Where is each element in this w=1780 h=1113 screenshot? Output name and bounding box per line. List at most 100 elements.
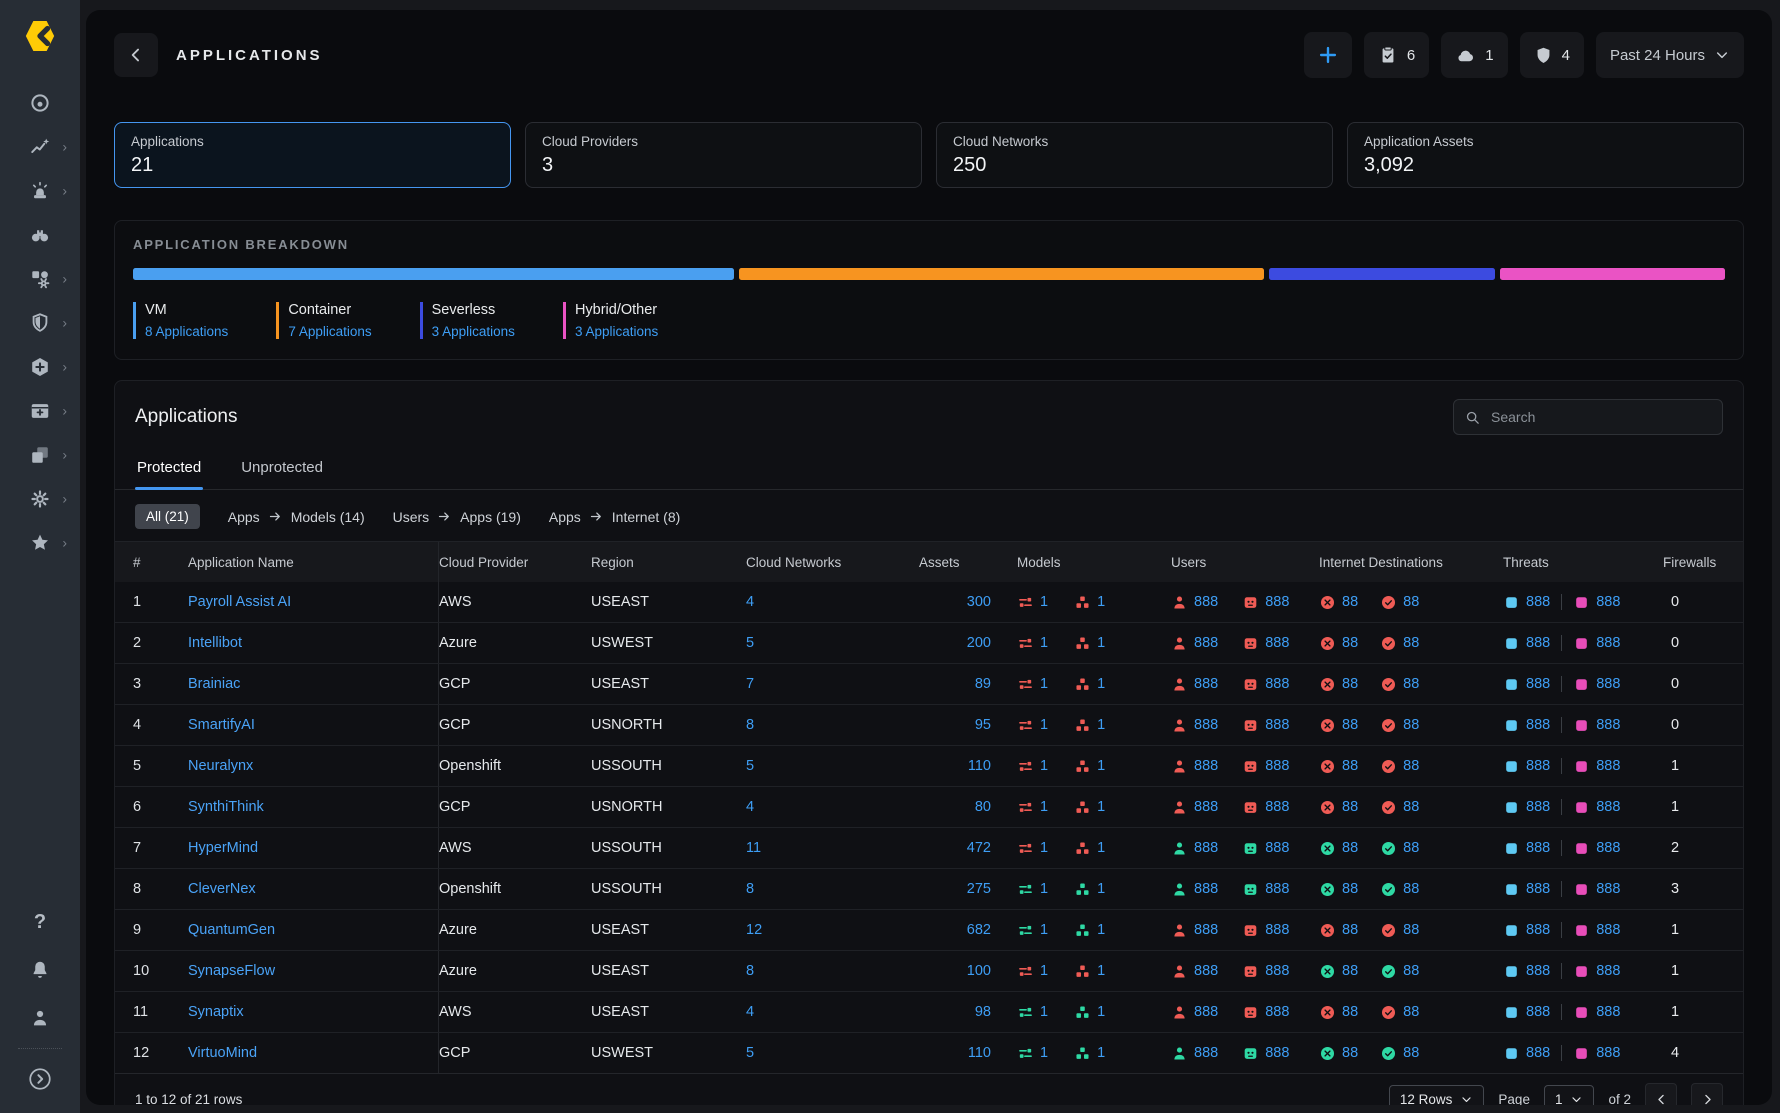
cell-group-internet-blocked[interactable]: 88	[1319, 758, 1358, 775]
cell-group-models-tune[interactable]: 1	[1017, 963, 1048, 980]
cell-group-internet-blocked[interactable]: 88	[1319, 840, 1358, 857]
cloud-networks-link[interactable]: 12	[746, 922, 762, 938]
cloud-networks-link[interactable]: 8	[746, 881, 754, 897]
cell-group-users-person[interactable]: 888	[1171, 717, 1218, 734]
cell-group-models-tune[interactable]: 1	[1017, 1004, 1048, 1021]
assets-link[interactable]: 89	[975, 676, 991, 692]
cell-group-models-tune[interactable]: 1	[1017, 799, 1048, 816]
cell-group-threats-pink[interactable]: 888	[1573, 799, 1620, 816]
cell-group-internet-blocked[interactable]: 88	[1319, 594, 1358, 611]
cell-group-internet-blocked[interactable]: 88	[1319, 1045, 1358, 1062]
cell-group-internet-blocked[interactable]: 88	[1319, 676, 1358, 693]
cell-group-models-tune[interactable]: 1	[1017, 881, 1048, 898]
cell-group-models-stack[interactable]: 1	[1074, 963, 1105, 980]
cell-group-models-stack[interactable]: 1	[1074, 1045, 1105, 1062]
cell-group-threats-blue[interactable]: 888	[1503, 676, 1550, 693]
cell-group-users-person[interactable]: 888	[1171, 799, 1218, 816]
cell-group-models-stack[interactable]: 1	[1074, 717, 1105, 734]
sidebar-item-shield-half[interactable]: ›	[0, 301, 80, 345]
cell-group-threats-pink[interactable]: 888	[1573, 881, 1620, 898]
cell-group-internet-allowed[interactable]: 88	[1380, 635, 1419, 652]
breakdown-count-link[interactable]: 7 Applications	[288, 324, 371, 339]
cell-group-internet-blocked[interactable]: 88	[1319, 1004, 1358, 1021]
shield-badge-button[interactable]: 4	[1520, 32, 1584, 78]
sidebar-item-expand[interactable]	[0, 1055, 80, 1103]
assets-link[interactable]: 200	[967, 635, 991, 651]
cell-group-models-tune[interactable]: 1	[1017, 1045, 1048, 1062]
cell-group-threats-pink[interactable]: 888	[1573, 840, 1620, 857]
cell-group-models-stack[interactable]: 1	[1074, 799, 1105, 816]
cell-group-threats-pink[interactable]: 888	[1573, 594, 1620, 611]
cell-group-models-tune[interactable]: 1	[1017, 676, 1048, 693]
assets-link[interactable]: 300	[967, 594, 991, 610]
breakdown-segment-hybridother[interactable]	[1500, 268, 1725, 280]
cell-group-threats-pink[interactable]: 888	[1573, 717, 1620, 734]
cell-group-threats-pink[interactable]: 888	[1573, 676, 1620, 693]
cell-group-internet-blocked[interactable]: 88	[1319, 717, 1358, 734]
cell-group-users-person[interactable]: 888	[1171, 840, 1218, 857]
cell-group-users-robot[interactable]: 888	[1242, 881, 1289, 898]
cell-group-internet-allowed[interactable]: 88	[1380, 758, 1419, 775]
cell-group-internet-blocked[interactable]: 88	[1319, 922, 1358, 939]
cell-group-threats-pink[interactable]: 888	[1573, 922, 1620, 939]
sidebar-item-help[interactable]: ?	[0, 898, 80, 946]
cell-group-models-stack[interactable]: 1	[1074, 758, 1105, 775]
cloud-networks-link[interactable]: 8	[746, 717, 754, 733]
breakdown-count-link[interactable]: 8 Applications	[145, 324, 228, 339]
stat-card-applications[interactable]: Applications 21	[114, 122, 511, 188]
cell-group-users-person[interactable]: 888	[1171, 922, 1218, 939]
cloud-networks-link[interactable]: 5	[746, 1045, 754, 1061]
cell-group-internet-allowed[interactable]: 88	[1380, 963, 1419, 980]
cell-group-threats-blue[interactable]: 888	[1503, 963, 1550, 980]
tab-unprotected[interactable]: Unprotected	[239, 449, 325, 489]
cell-group-models-stack[interactable]: 1	[1074, 1004, 1105, 1021]
sidebar-item-trend[interactable]: ›	[0, 125, 80, 169]
breakdown-count-link[interactable]: 3 Applications	[432, 324, 515, 339]
breakdown-segment-container[interactable]	[739, 268, 1265, 280]
filter-chip-3[interactable]: AppsInternet (8)	[549, 509, 680, 525]
cell-group-internet-allowed[interactable]: 88	[1380, 1004, 1419, 1021]
back-button[interactable]	[114, 33, 158, 77]
application-name-link[interactable]: Neuralynx	[188, 758, 253, 774]
cell-group-threats-blue[interactable]: 888	[1503, 840, 1550, 857]
cell-group-threats-blue[interactable]: 888	[1503, 881, 1550, 898]
filter-chip-2[interactable]: UsersApps (19)	[393, 509, 521, 525]
application-name-link[interactable]: Payroll Assist AI	[188, 594, 291, 610]
breakdown-count-link[interactable]: 3 Applications	[575, 324, 658, 339]
sidebar-item-user[interactable]	[0, 994, 80, 1042]
filter-chip-all[interactable]: All (21)	[135, 504, 200, 529]
sidebar-item-siren[interactable]: ›	[0, 169, 80, 213]
cell-group-users-robot[interactable]: 888	[1242, 840, 1289, 857]
application-name-link[interactable]: VirtuoMind	[188, 1045, 257, 1061]
assets-link[interactable]: 110	[968, 758, 991, 774]
cell-group-internet-allowed[interactable]: 88	[1380, 594, 1419, 611]
cloud-badge-button[interactable]: 1	[1441, 32, 1507, 78]
tab-protected[interactable]: Protected	[135, 449, 203, 489]
cell-group-users-robot[interactable]: 888	[1242, 1004, 1289, 1021]
cell-group-internet-blocked[interactable]: 88	[1319, 799, 1358, 816]
cell-group-threats-pink[interactable]: 888	[1573, 1045, 1620, 1062]
sidebar-item-window-plus[interactable]: ›	[0, 389, 80, 433]
stat-card-application-assets[interactable]: Application Assets 3,092	[1347, 122, 1744, 188]
cell-group-users-robot[interactable]: 888	[1242, 922, 1289, 939]
cell-group-internet-allowed[interactable]: 88	[1380, 676, 1419, 693]
breakdown-segment-vm[interactable]	[133, 268, 734, 280]
cell-group-internet-allowed[interactable]: 88	[1380, 799, 1419, 816]
sidebar-item-components[interactable]: ›	[0, 257, 80, 301]
filter-chip-1[interactable]: AppsModels (14)	[228, 509, 365, 525]
cell-group-threats-blue[interactable]: 888	[1503, 635, 1550, 652]
search-box[interactable]	[1453, 399, 1723, 435]
cell-group-users-person[interactable]: 888	[1171, 594, 1218, 611]
application-name-link[interactable]: QuantumGen	[188, 922, 275, 938]
cell-group-internet-blocked[interactable]: 88	[1319, 635, 1358, 652]
cell-group-models-tune[interactable]: 1	[1017, 635, 1048, 652]
sidebar-item-gear[interactable]: ›	[0, 477, 80, 521]
cell-group-users-person[interactable]: 888	[1171, 963, 1218, 980]
assets-link[interactable]: 98	[975, 1004, 991, 1020]
application-name-link[interactable]: HyperMind	[188, 840, 258, 856]
cell-group-users-robot[interactable]: 888	[1242, 799, 1289, 816]
cell-group-threats-blue[interactable]: 888	[1503, 1004, 1550, 1021]
cell-group-models-tune[interactable]: 1	[1017, 594, 1048, 611]
cell-group-users-person[interactable]: 888	[1171, 635, 1218, 652]
assets-link[interactable]: 110	[968, 1045, 991, 1061]
